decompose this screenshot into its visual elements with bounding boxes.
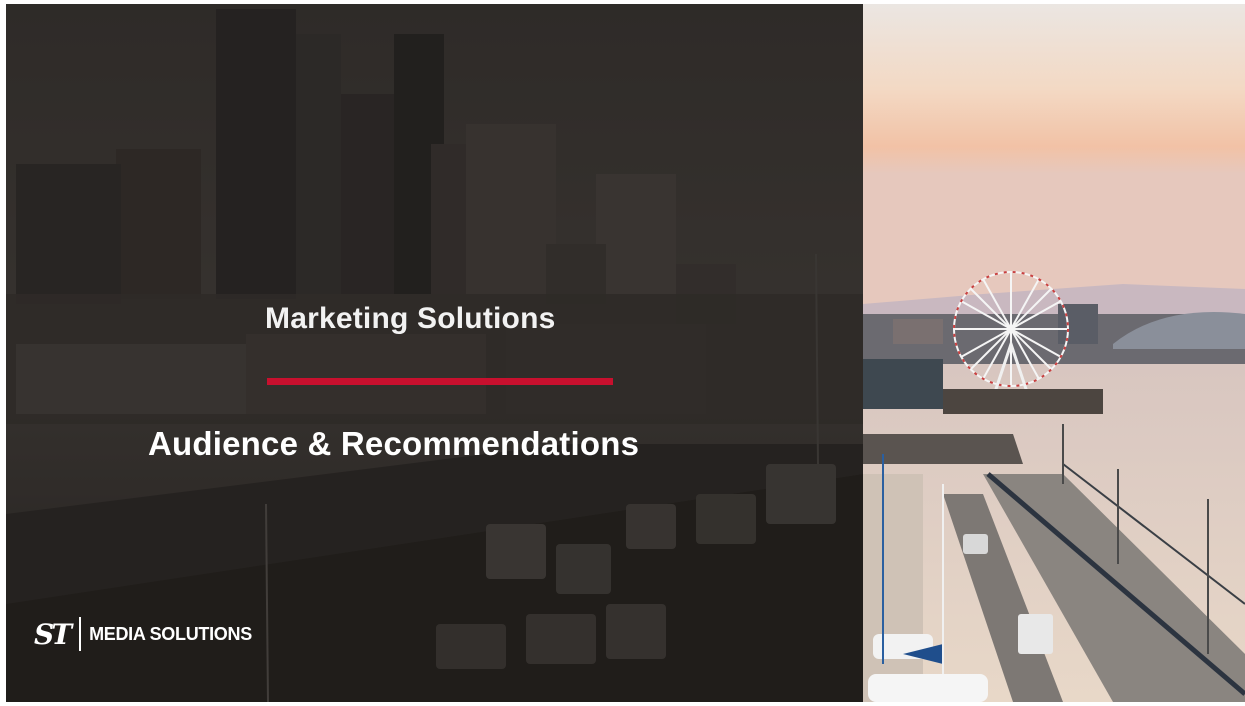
title-divider xyxy=(267,378,613,385)
city-background-image xyxy=(6,4,863,702)
st-logo-mark: ST xyxy=(34,617,72,651)
logo-text: MEDIA SOLUTIONS xyxy=(89,623,252,644)
dark-overlay xyxy=(6,4,863,702)
slide-title: Marketing Solutions xyxy=(265,302,556,335)
slide-subtitle: Audience & Recommendations xyxy=(148,425,640,462)
brand-logo: ST MEDIA SOLUTIONS xyxy=(34,616,252,652)
waterfront-photo xyxy=(863,4,1245,702)
logo-separator xyxy=(79,617,82,651)
title-slide: Marketing Solutions Audience & Recommend… xyxy=(6,4,1245,702)
